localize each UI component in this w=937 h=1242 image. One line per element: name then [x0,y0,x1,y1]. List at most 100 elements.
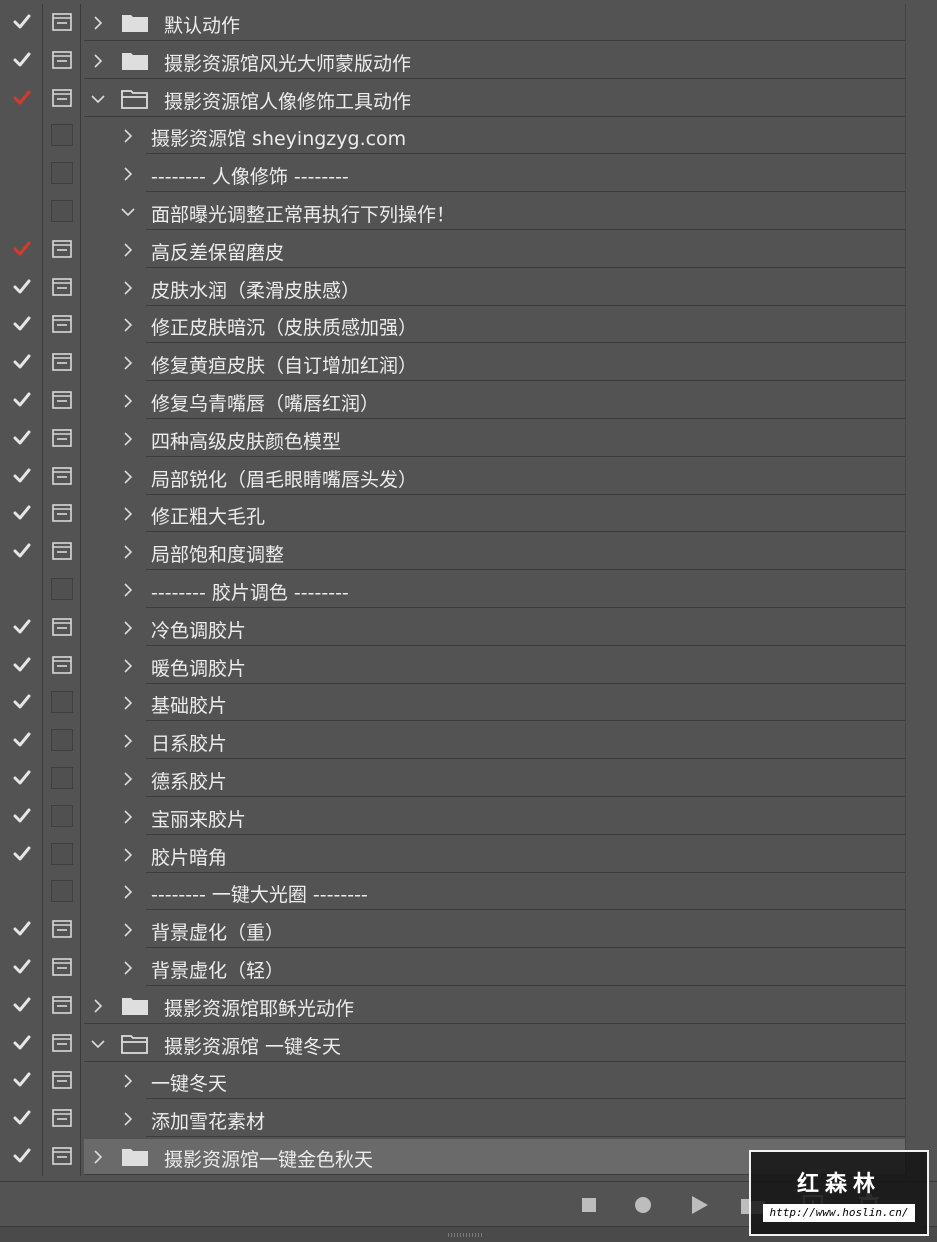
chevron-right-icon[interactable] [121,1111,135,1126]
action-row[interactable]: 宝丽来胶片 [0,797,905,836]
dialog-off-box[interactable] [51,162,73,185]
action-row[interactable]: -------- 胶片调色 -------- [0,570,905,609]
chevron-right-icon[interactable] [121,809,135,824]
chevron-right-icon[interactable] [121,620,135,635]
toggle-dialog-column[interactable] [43,835,81,874]
toggle-item-column[interactable] [0,722,43,760]
dialog-off-box[interactable] [51,124,73,147]
check-icon[interactable] [13,807,31,825]
toggle-item-column[interactable] [0,79,43,118]
chevron-right-icon[interactable] [121,695,135,710]
dialog-off-box[interactable] [51,199,73,222]
row-content[interactable] [146,836,905,873]
toggle-item-column[interactable] [0,646,43,685]
toggle-item-column[interactable] [0,381,43,420]
chevron-right-icon[interactable] [121,544,135,559]
action-row[interactable]: 一键冬天 [0,1062,905,1101]
dialog-icon[interactable] [52,13,72,31]
toggle-dialog-column[interactable] [43,608,81,647]
toggle-item-column[interactable] [0,608,43,647]
toggle-item-column[interactable] [0,948,43,987]
toggle-dialog-column[interactable] [43,533,81,571]
dialog-off-box[interactable] [51,766,73,789]
stop-icon[interactable] [582,1197,596,1216]
toggle-dialog-column[interactable] [43,1100,81,1138]
chevron-right-icon[interactable] [121,317,135,332]
check-icon[interactable] [13,996,31,1014]
check-icon[interactable] [13,618,31,636]
dialog-icon[interactable] [52,1033,72,1052]
toggle-dialog-column[interactable] [43,911,81,949]
check-icon[interactable] [13,731,31,749]
partial-check-icon[interactable] [13,89,31,107]
toggle-dialog-column[interactable] [43,797,81,836]
check-icon[interactable] [13,13,31,31]
toggle-dialog-column[interactable] [43,344,81,382]
toggle-item-column[interactable] [0,4,43,42]
toggle-dialog-column[interactable] [43,1062,81,1101]
chevron-right-icon[interactable] [121,393,135,408]
toggle-item-column[interactable] [0,1024,43,1063]
toggle-dialog-column[interactable] [43,419,81,458]
chevron-right-icon[interactable] [121,582,135,597]
action-row[interactable]: -------- 一键大光圈 -------- [0,873,905,912]
chevron-right-icon[interactable] [91,1149,105,1164]
dialog-off-box[interactable] [51,804,73,827]
toggle-item-column[interactable] [0,533,43,571]
chevron-right-icon[interactable] [121,922,135,937]
toggle-item-column[interactable] [0,835,43,874]
action-set-row[interactable]: 摄影资源馆 一键冬天 [0,1024,905,1063]
dialog-icon[interactable] [52,1147,72,1165]
action-row[interactable]: 胶片暗角 [0,835,905,874]
toggle-item-column[interactable] [0,1137,43,1176]
check-icon[interactable] [13,656,31,674]
action-set-row[interactable]: 摄影资源馆耶稣光动作 [0,986,905,1025]
action-row[interactable]: 面部曝光调整正常再执行下列操作！ [0,192,905,231]
toggle-dialog-column[interactable] [43,306,81,345]
chevron-right-icon[interactable] [121,847,135,862]
check-icon[interactable] [13,353,31,371]
toggle-dialog-column[interactable] [43,722,81,760]
dialog-off-box[interactable] [51,577,73,600]
toggle-item-column[interactable] [0,986,43,1025]
check-icon[interactable] [13,1147,31,1165]
toggle-item-column[interactable] [0,344,43,382]
action-row[interactable]: 修正皮肤暗沉（皮肤质感加强） [0,306,905,345]
toggle-dialog-column[interactable] [43,495,81,534]
check-icon[interactable] [13,278,31,296]
dialog-icon[interactable] [52,542,72,560]
action-row[interactable]: 日系胶片 [0,722,905,760]
toggle-dialog-column[interactable] [43,1024,81,1063]
dialog-icon[interactable] [52,1071,72,1090]
toggle-dialog-column[interactable] [43,79,81,118]
dialog-icon[interactable] [52,504,72,523]
action-row[interactable]: 修正粗大毛孔 [0,495,905,534]
dialog-icon[interactable] [52,466,72,485]
action-row[interactable]: 高反差保留磨皮 [0,230,905,269]
check-icon[interactable] [13,1071,31,1089]
toggle-dialog-column[interactable] [43,155,81,193]
toggle-dialog-column[interactable] [43,948,81,987]
chevron-right-icon[interactable] [121,431,135,446]
toggle-item-column[interactable] [0,570,43,609]
dialog-icon[interactable] [52,617,72,636]
play-icon[interactable] [691,1196,709,1218]
chevron-right-icon[interactable] [121,884,135,899]
action-row[interactable]: 四种高级皮肤颜色模型 [0,419,905,458]
toggle-item-column[interactable] [0,457,43,496]
dialog-icon[interactable] [52,655,72,674]
check-icon[interactable] [13,693,31,711]
dialog-off-box[interactable] [51,729,73,752]
row-content[interactable] [146,760,905,797]
check-icon[interactable] [13,845,31,863]
dialog-icon[interactable] [52,1109,72,1127]
action-row[interactable]: 背景虚化（重） [0,911,905,949]
toggle-item-column[interactable] [0,155,43,193]
check-icon[interactable] [13,51,31,69]
toggle-item-column[interactable] [0,495,43,534]
toggle-item-column[interactable] [0,1100,43,1138]
dialog-icon[interactable] [52,315,72,334]
chevron-right-icon[interactable] [91,998,105,1013]
toggle-item-column[interactable] [0,873,43,912]
chevron-right-icon[interactable] [121,733,135,748]
